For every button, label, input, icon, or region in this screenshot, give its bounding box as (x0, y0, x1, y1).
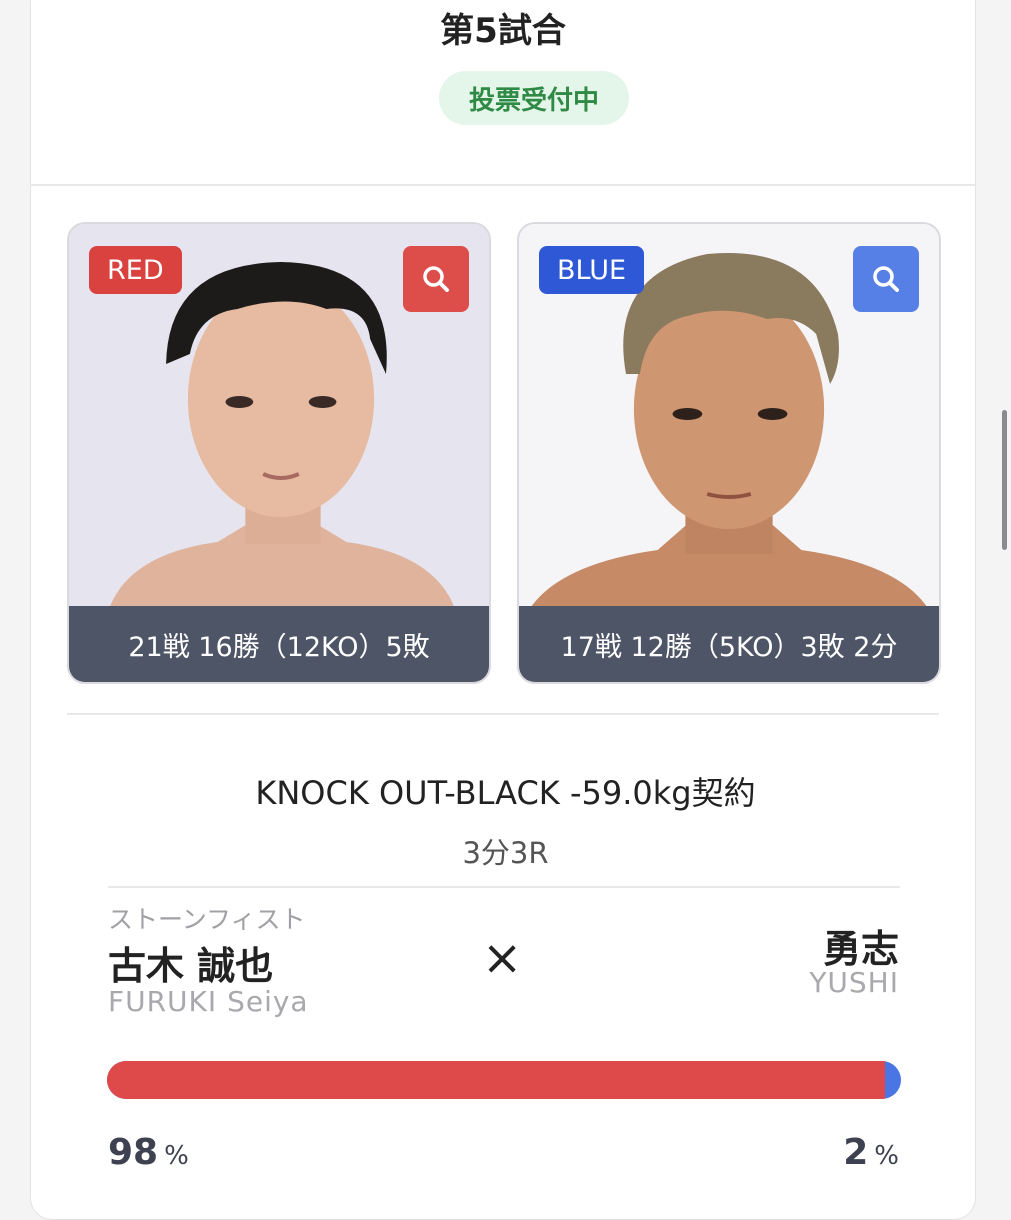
bout-division: KNOCK OUT-BLACK -59.0kg契約 (255, 774, 756, 812)
bout-rounds: 3分3R (462, 836, 549, 870)
vote-ratio-bar (107, 1061, 901, 1099)
blue-vote-percent: 2% (843, 1132, 899, 1173)
scrollbar[interactable] (1002, 410, 1007, 550)
red-corner-tag: RED (89, 246, 182, 294)
blue-vote-percent-value: 2 (843, 1132, 869, 1173)
red-vote-percent-value: 98 (108, 1132, 159, 1173)
names-divider (108, 886, 900, 888)
red-record: 21戦 16勝（12KO）5敗 (69, 606, 489, 682)
voting-status-badge: 投票受付中 (439, 71, 629, 125)
red-fighter-team: ストーンフィスト (108, 905, 306, 934)
red-vote-percent: 98% (108, 1132, 189, 1173)
vote-ratio-red-fill (107, 1061, 886, 1099)
percent-unit: % (164, 1141, 189, 1171)
blue-fighter-name: 勇志 (822, 927, 899, 971)
percent-unit: % (874, 1141, 899, 1171)
section-divider (67, 713, 939, 715)
blue-record: 17戦 12勝（5KO）3敗 2分 (519, 606, 939, 682)
search-icon (423, 266, 449, 292)
red-fighter-card[interactable]: RED 21戦 16勝（12KO）5敗 (67, 222, 491, 684)
red-fighter-name-en: FURUKI Seiya (108, 985, 309, 1018)
header-divider (30, 184, 976, 186)
blue-fighter-card[interactable]: BLUE 17戦 12勝（5KO）3敗 2分 (517, 222, 941, 684)
red-fighter-name: 古木 誠也 (108, 944, 274, 988)
red-zoom-button[interactable] (403, 246, 469, 312)
search-icon (873, 266, 899, 292)
match-title: 第5試合 (440, 11, 566, 51)
vs-mark: × (482, 930, 523, 986)
blue-corner-tag: BLUE (539, 246, 645, 294)
blue-zoom-button[interactable] (853, 246, 919, 312)
blue-fighter-name-en: YUSHI (809, 966, 899, 999)
